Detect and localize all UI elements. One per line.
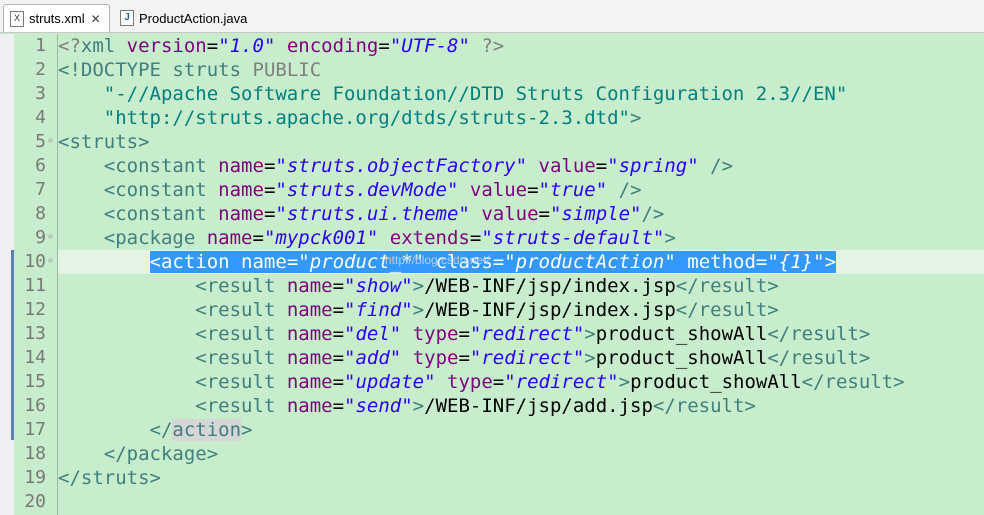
code-line-16: <result name="send">/WEB-INF/jsp/add.jsp… — [195, 395, 756, 417]
fold-collapse-icon[interactable]: ⊖ — [48, 256, 53, 265]
code-line-4: "http://struts.apache.org/dtds/struts-2.… — [103, 107, 642, 129]
code-editor[interactable]: <?xml version="1.0" encoding="UTF-8" ?> … — [58, 34, 984, 515]
line-number: 12 — [24, 299, 46, 320]
code-line-19: </struts> — [58, 467, 161, 489]
java-file-icon: J — [120, 10, 134, 26]
code-line-10-current: <action name="product_*" class="productA… — [58, 250, 984, 274]
watermark: http://blog.csdn.net/ — [385, 253, 490, 267]
line-number: 20 — [24, 491, 46, 512]
line-number: 2 — [35, 59, 46, 80]
code-line-11: <result name="show">/WEB-INF/jsp/index.j… — [195, 275, 779, 297]
fold-collapse-icon[interactable]: ⊖ — [48, 136, 53, 145]
code-line-9: <package name="mypck001" extends="struts… — [103, 227, 676, 249]
selected-text[interactable]: <action name="product_*" class="productA… — [149, 251, 837, 273]
code-line-13: <result name="del" type="redirect">produ… — [195, 323, 871, 345]
line-number: 18 — [24, 443, 46, 464]
fold-collapse-icon[interactable]: ⊖ — [48, 232, 53, 241]
code-line-3: "-//Apache Software Foundation//DTD Stru… — [103, 83, 848, 105]
close-icon[interactable]: ✕ — [91, 12, 101, 26]
matching-tag-highlight: action — [172, 419, 242, 441]
code-line-5: <struts> — [58, 131, 150, 153]
code-line-15: <result name="update" type="redirect">pr… — [195, 371, 905, 393]
line-number: 11 — [24, 275, 46, 296]
tab-struts-xml[interactable]: X struts.xml ✕ — [3, 4, 110, 32]
line-number-ruler: 1 2 3 4 5 6 7 8 9 10 11 12 13 14 15 16 1… — [14, 34, 58, 515]
xml-file-icon: X — [10, 10, 24, 27]
code-line-6: <constant name="struts.objectFactory" va… — [103, 155, 734, 177]
code-line-18: </package> — [103, 443, 219, 465]
tab-label: struts.xml — [29, 11, 85, 26]
code-line-1: <?xml version="1.0" encoding="UTF-8" ?> — [58, 35, 505, 57]
line-number: 14 — [24, 347, 46, 368]
line-number: 19 — [24, 467, 46, 488]
line-number: 8 — [35, 203, 46, 224]
line-number: 17 — [24, 419, 46, 440]
code-line-14: <result name="add" type="redirect">produ… — [195, 347, 871, 369]
tab-label: ProductAction.java — [139, 10, 248, 26]
line-number: 13 — [24, 323, 46, 344]
tab-productaction-java[interactable]: J ProductAction.java — [114, 4, 264, 32]
code-line-8: <constant name="struts.ui.theme" value="… — [103, 203, 665, 225]
line-number: 4 — [35, 107, 46, 128]
annotation-ruler — [0, 34, 14, 515]
line-number: 6 — [35, 155, 46, 176]
code-line-17: </action> — [149, 419, 253, 441]
editor-tab-bar: X struts.xml ✕ J ProductAction.java — [0, 0, 984, 33]
line-number: 10 — [24, 251, 46, 272]
line-number: 9 — [35, 227, 46, 248]
code-line-2: <!DOCTYPE struts PUBLIC — [58, 59, 322, 81]
line-number: 5 — [35, 131, 46, 152]
line-number: 16 — [24, 395, 46, 416]
code-line-7: <constant name="struts.devMode" value="t… — [103, 179, 642, 201]
line-number: 3 — [35, 83, 46, 104]
line-number: 1 — [35, 35, 46, 56]
line-number: 7 — [35, 179, 46, 200]
code-line-12: <result name="find">/WEB-INF/jsp/index.j… — [195, 299, 779, 321]
line-number: 15 — [24, 371, 46, 392]
